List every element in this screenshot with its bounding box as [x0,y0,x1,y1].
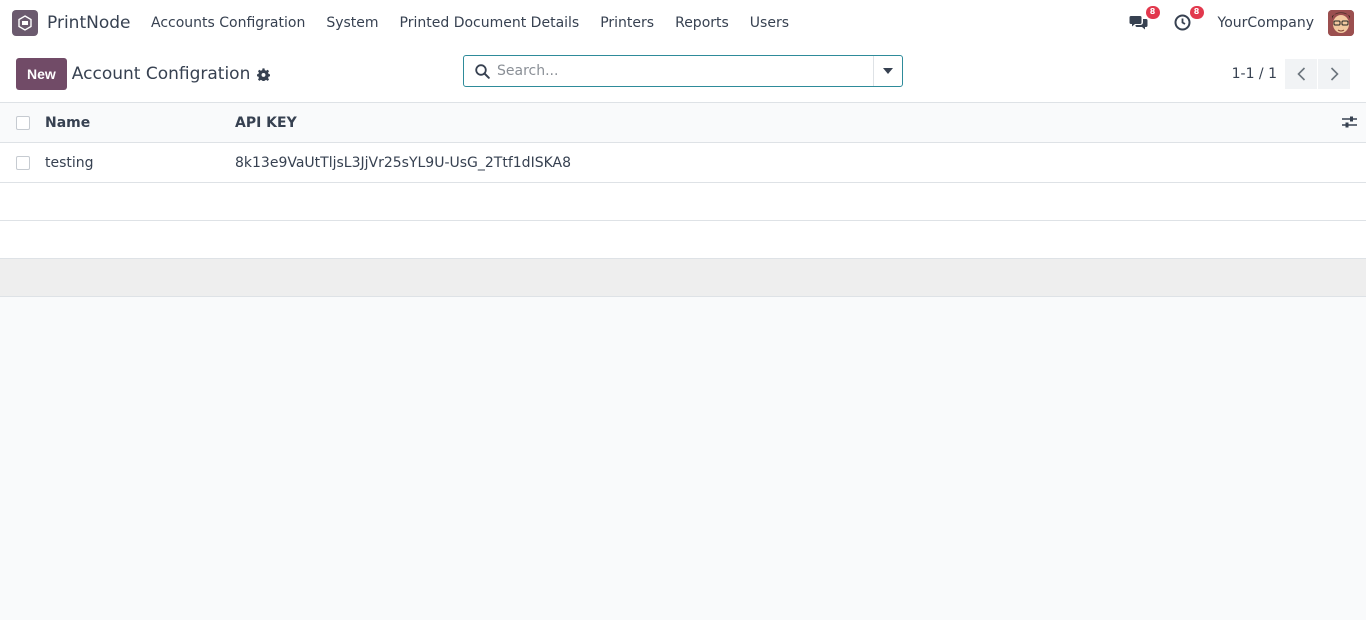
search-options-toggle[interactable] [873,56,902,86]
pager-next-button[interactable] [1318,59,1350,89]
menu-item-system[interactable]: System [316,15,389,31]
activities-count-badge: 8 [1189,5,1204,19]
pager: 1-1 / 1 [1232,59,1350,89]
caret-down-icon [883,68,893,74]
search-bar [463,55,903,87]
clock-icon [1174,14,1191,31]
select-all-checkbox[interactable] [16,115,30,130]
table-footer [0,259,1366,297]
company-switcher[interactable]: YourCompany [1218,15,1315,31]
user-avatar[interactable] [1328,9,1354,36]
app-brand[interactable]: PrintNode [12,9,131,36]
table-header: Name API KEY [0,103,1366,143]
pager-value[interactable]: 1-1 / 1 [1232,66,1277,82]
new-button[interactable]: New [16,58,67,90]
search-icon [467,63,497,79]
cell-api-key: 8k13e9VaUtTljsL3JjVr25sYL9U-UsG_2Ttf1dIS… [235,154,571,171]
select-all-cell [0,115,45,130]
messages-button[interactable]: 8 [1128,5,1160,34]
gear-icon[interactable] [257,67,271,81]
chat-icon [1129,16,1148,30]
app-name: PrintNode [47,12,131,33]
empty-row [0,221,1366,259]
menu-item-printed-document-details[interactable]: Printed Document Details [389,15,590,31]
menu-item-accounts-configration[interactable]: Accounts Configration [140,15,315,31]
menu-item-reports[interactable]: Reports [665,15,740,31]
table-row[interactable]: testing 8k13e9VaUtTljsL3JjVr25sYL9U-UsG_… [0,143,1366,183]
page-title: Account Configration [71,64,251,84]
cell-name: testing [45,154,94,171]
search-input[interactable] [497,56,873,86]
top-navbar: PrintNode Accounts Configration System P… [0,0,1366,46]
chevron-left-icon [1296,67,1305,81]
optional-columns-icon[interactable] [1342,115,1357,129]
column-header-api-key[interactable]: API KEY [235,115,297,131]
list-view: Name API KEY testing 8k13e9VaUtTljsL3JjV… [0,103,1366,297]
chevron-right-icon [1330,67,1339,81]
activities-button[interactable]: 8 [1172,5,1204,34]
row-checkbox[interactable] [16,155,30,170]
row-select-cell [0,155,45,170]
control-panel: New Account Configration 1-1 / 1 [0,46,1366,103]
main-menu: Accounts Configration System Printed Doc… [140,15,799,31]
systray: 8 8 YourCompany [1128,5,1354,36]
messages-count-badge: 8 [1145,5,1160,19]
menu-item-printers[interactable]: Printers [590,15,665,31]
column-header-name[interactable]: Name [45,115,90,131]
empty-row [0,183,1366,221]
menu-item-users[interactable]: Users [739,15,799,31]
app-logo-icon [12,9,38,36]
pager-previous-button[interactable] [1285,59,1317,89]
